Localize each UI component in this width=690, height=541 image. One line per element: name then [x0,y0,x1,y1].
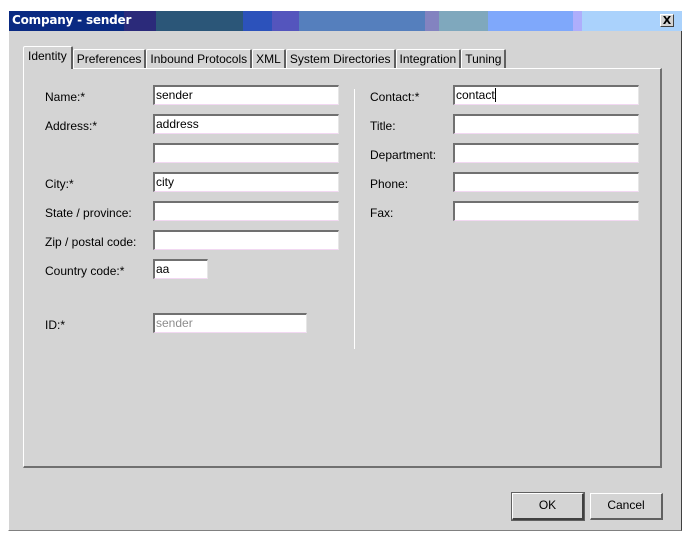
tab-tuning[interactable]: Tuning [461,49,507,69]
address-label: Address:* [45,119,98,133]
country-code-label: Country code:* [45,264,125,278]
title-bar-segment [299,11,425,31]
title-label: Title: [370,119,396,133]
title-bar-segment [425,11,439,31]
state-field[interactable] [153,201,339,221]
title-bar-segment [439,11,488,31]
contact-label: Contact:* [370,90,420,104]
close-icon: X [662,14,672,27]
zip-label: Zip / postal code: [45,235,137,249]
tab-integration[interactable]: Integration [395,49,462,69]
country-code-field[interactable]: aa [153,259,208,279]
window-title: Company - sender [12,13,132,27]
tab-identity[interactable]: Identity [23,46,73,69]
title-bar-segment [243,11,272,31]
zip-field[interactable] [153,230,339,250]
cancel-button[interactable]: Cancel [590,493,663,520]
column-divider [354,89,355,349]
tab-bar: Identity Preferences Inbound Protocols X… [23,46,507,69]
contact-value: contact [456,88,495,102]
address-field[interactable]: address [153,114,339,134]
state-label: State / province: [45,206,132,220]
title-bar-segment [272,11,299,31]
title-field[interactable] [453,114,639,134]
contact-field[interactable]: contact [453,85,639,105]
city-field[interactable]: city [153,172,339,192]
title-bar[interactable]: Company - sender X [9,11,682,31]
department-field[interactable] [453,143,639,163]
title-bar-segment [156,11,243,31]
tab-preferences[interactable]: Preferences [72,49,147,69]
title-bar-segment [573,11,582,31]
id-label: ID:* [45,318,66,332]
company-dialog: Company - sender X Identity Preferences … [8,11,682,531]
phone-field[interactable] [453,172,639,192]
phone-label: Phone: [370,177,409,191]
address-line2-field[interactable] [153,143,339,163]
fax-label: Fax: [370,206,394,220]
name-label: Name:* [45,90,86,104]
ok-button[interactable]: OK [511,492,585,521]
city-label: City:* [45,177,74,191]
department-label: Department: [370,148,437,162]
close-button[interactable]: X [660,14,674,27]
id-field: sender [153,313,307,333]
tab-xml[interactable]: XML [252,49,286,69]
title-bar-segment [488,11,573,31]
text-caret [494,88,496,102]
fax-field[interactable] [453,201,639,221]
tab-inbound-protocols[interactable]: Inbound Protocols [146,49,253,69]
name-field[interactable]: sender [153,85,339,105]
tab-system-directories[interactable]: System Directories [285,49,396,69]
